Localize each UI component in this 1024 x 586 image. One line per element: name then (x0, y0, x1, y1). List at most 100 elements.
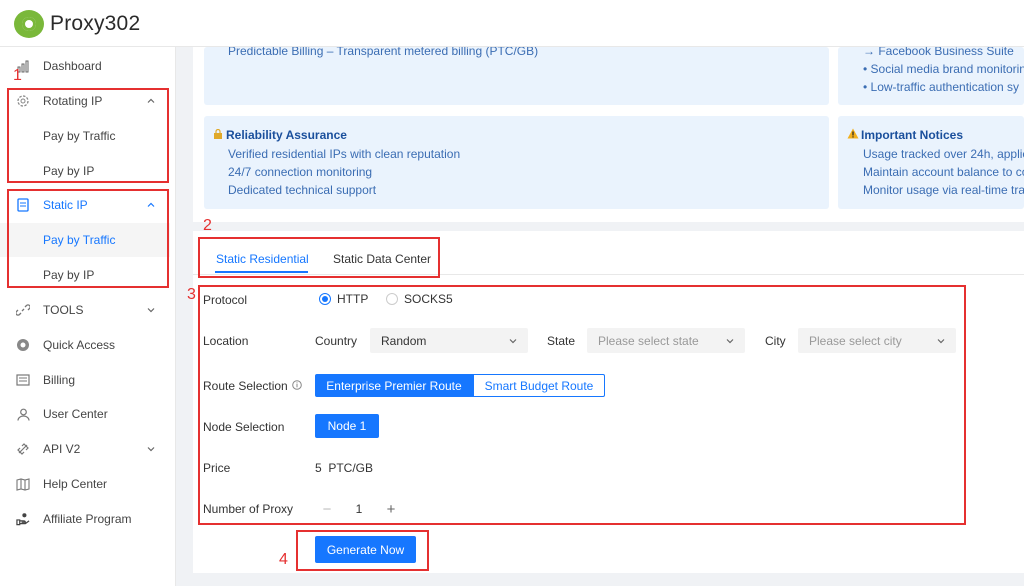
price-label: Price (203, 461, 231, 475)
radio-http-label[interactable]: HTTP (337, 292, 368, 306)
decrement-button[interactable]: − (315, 497, 339, 521)
billing-icon (16, 373, 30, 387)
chevron-down-icon (937, 339, 945, 344)
quantity-stepper: − 1 + (315, 497, 403, 521)
gear-icon (16, 94, 30, 108)
chevron-up-icon (147, 202, 155, 207)
sidebar-item-label: API V2 (43, 442, 81, 456)
reliability-line: 24/7 connection monitoring (228, 165, 373, 179)
annotation-number-3: 3 (187, 286, 196, 303)
sidebar-item-label: Dashboard (43, 59, 102, 73)
active-tab-indicator (215, 271, 308, 273)
order-card (193, 231, 1024, 573)
location-label: Location (203, 334, 249, 348)
annotation-number-4: 4 (279, 551, 288, 568)
sidebar-subitem-static-pay-by-ip[interactable]: Pay by IP (0, 258, 170, 292)
radio-socks5[interactable] (386, 293, 398, 305)
sidebar-item-label: Pay by IP (43, 164, 95, 178)
city-placeholder: Please select city (809, 334, 902, 348)
chevron-down-icon (147, 447, 155, 452)
sidebar-item-label: Pay by Traffic (43, 129, 116, 143)
sidebar-item-label: Quick Access (43, 338, 116, 352)
chevron-down-icon (147, 308, 155, 313)
notice-line: Usage tracked over 24h, applie (863, 147, 1024, 161)
sidebar-item-api-v2[interactable]: API V2 (0, 432, 170, 466)
sidebar-item-label: Pay by IP (43, 268, 95, 282)
route-smart-budget-button[interactable]: Smart Budget Route (473, 374, 605, 397)
sidebar-item-dashboard[interactable]: Dashboard (0, 49, 170, 83)
sidebar-item-label: Pay by Traffic (43, 233, 116, 247)
app-name: Proxy302 (50, 12, 141, 35)
annotation-number-1: 1 (13, 67, 22, 84)
price-value: 5 PTC/GB (315, 461, 374, 475)
reliability-line: Verified residential IPs with clean repu… (228, 147, 461, 161)
user-icon (16, 407, 30, 421)
tab-static-residential[interactable]: Static Residential (216, 252, 309, 266)
sidebar-subitem-static-pay-by-traffic[interactable]: Pay by Traffic (0, 223, 170, 257)
link-icon (16, 303, 30, 317)
annotation-number-2: 2 (203, 217, 212, 234)
sidebar-item-label: Affiliate Program (43, 512, 132, 526)
country-select[interactable]: Random (370, 328, 528, 353)
use-case-item: • Low-traffic authentication sy (863, 80, 1020, 94)
sidebar-item-label: Billing (43, 373, 76, 387)
radio-socks5-label[interactable]: SOCKS5 (404, 292, 453, 306)
top-bar: Proxy302 (0, 0, 1024, 47)
notice-line: Monitor usage via real-time tra (863, 183, 1024, 197)
notice-line: Maintain account balance to co (863, 165, 1024, 179)
logo-icon (14, 10, 44, 38)
hand-icon (16, 512, 30, 526)
sidebar-item-label: TOOLS (43, 303, 84, 317)
use-case-item: • Social media brand monitorin (863, 62, 1024, 76)
sidebar-item-help-center[interactable]: Help Center (0, 467, 170, 501)
sidebar-item-tools[interactable]: TOOLS (0, 293, 170, 327)
api-icon (16, 442, 30, 456)
sidebar-item-label: Rotating IP (43, 94, 103, 108)
state-select[interactable]: Please select state (587, 328, 745, 353)
sidebar-item-affiliate-program[interactable]: Affiliate Program (0, 502, 170, 536)
use-cases-panel: → Facebook Business Suite • Social media… (838, 44, 1024, 105)
chrome-icon (16, 338, 30, 352)
node-label: Node Selection (203, 420, 285, 434)
sidebar-item-label: User Center (43, 407, 108, 421)
sidebar-item-rotating-ip[interactable]: Rotating IP (0, 84, 170, 118)
server-icon (16, 198, 30, 212)
sidebar-subitem-rotating-pay-by-traffic[interactable]: Pay by Traffic (0, 119, 170, 153)
info-icon[interactable] (292, 380, 302, 390)
city-label: City (765, 334, 786, 348)
book-icon (16, 477, 30, 491)
quantity-input[interactable]: 1 (339, 497, 379, 521)
lock-icon (214, 129, 222, 139)
route-label: Route Selection (203, 379, 288, 393)
chevron-down-icon (726, 339, 734, 344)
node-1-button[interactable]: Node 1 (315, 414, 379, 438)
reliability-line: Dedicated technical support (228, 183, 377, 197)
chevron-down-icon (509, 339, 517, 344)
tab-static-data-center[interactable]: Static Data Center (333, 252, 431, 266)
country-label: Country (315, 334, 358, 348)
notices-panel: Important Notices Usage tracked over 24h… (838, 116, 1024, 209)
state-label: State (547, 334, 576, 348)
logo[interactable]: Proxy302 (14, 10, 140, 38)
country-value: Random (381, 334, 427, 348)
city-select[interactable]: Please select city (798, 328, 956, 353)
sidebar-item-label: Help Center (43, 477, 108, 491)
reliability-title: Reliability Assurance (226, 128, 347, 142)
sidebar-item-label: Static IP (43, 198, 88, 212)
sidebar-subitem-rotating-pay-by-ip[interactable]: Pay by IP (0, 154, 170, 188)
billing-info-panel: Predictable Billing – Transparent metere… (204, 44, 829, 105)
generate-now-button[interactable]: Generate Now (315, 536, 416, 563)
radio-http[interactable] (319, 293, 331, 305)
protocol-label: Protocol (203, 293, 248, 307)
reliability-panel: Reliability Assurance Verified residenti… (204, 116, 829, 209)
sidebar-item-quick-access[interactable]: Quick Access (0, 328, 170, 362)
quantity-label: Number of Proxy (203, 502, 294, 516)
sidebar-item-static-ip[interactable]: Static IP (0, 188, 170, 222)
sidebar-item-user-center[interactable]: User Center (0, 397, 170, 431)
notices-title: Important Notices (861, 128, 964, 142)
state-placeholder: Please select state (598, 334, 699, 348)
route-enterprise-premier-button[interactable]: Enterprise Premier Route (315, 374, 473, 397)
tabs-divider (193, 274, 1024, 275)
increment-button[interactable]: + (379, 497, 403, 521)
sidebar-item-billing[interactable]: Billing (0, 363, 170, 397)
